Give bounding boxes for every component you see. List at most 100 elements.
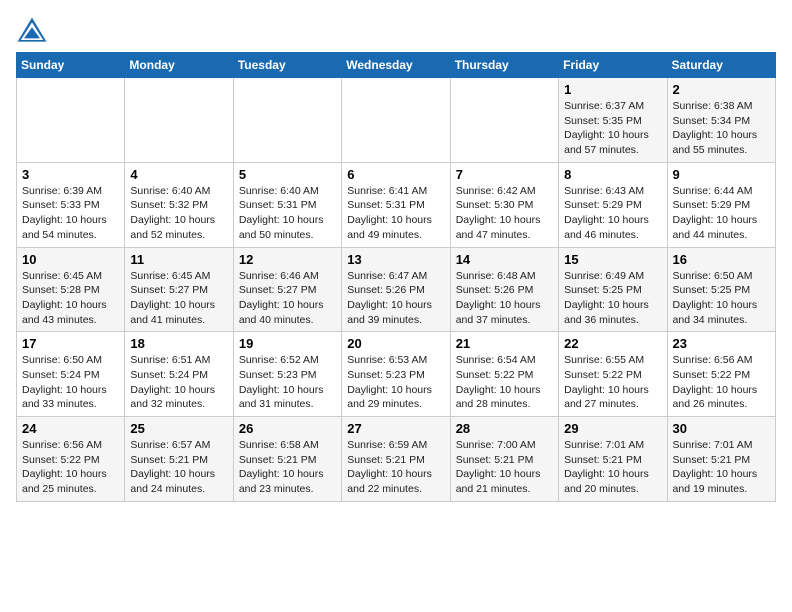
- day-number: 30: [673, 421, 770, 436]
- weekday-header: Saturday: [667, 53, 775, 78]
- calendar-cell: 29 Sunrise: 7:01 AM Sunset: 5:21 PM Dayli…: [559, 417, 667, 502]
- calendar-cell: 12 Sunrise: 6:46 AM Sunset: 5:27 PM Dayli…: [233, 247, 341, 332]
- day-info: Sunrise: 6:49 AM Sunset: 5:25 PM Dayligh…: [564, 269, 661, 328]
- day-info: Sunrise: 6:57 AM Sunset: 5:21 PM Dayligh…: [130, 438, 227, 497]
- day-number: 21: [456, 336, 553, 351]
- day-number: 11: [130, 252, 227, 267]
- calendar-cell: 9 Sunrise: 6:44 AM Sunset: 5:29 PM Daylig…: [667, 162, 775, 247]
- day-info: Sunrise: 6:46 AM Sunset: 5:27 PM Dayligh…: [239, 269, 336, 328]
- day-info: Sunrise: 6:51 AM Sunset: 5:24 PM Dayligh…: [130, 353, 227, 412]
- day-info: Sunrise: 6:50 AM Sunset: 5:24 PM Dayligh…: [22, 353, 119, 412]
- day-info: Sunrise: 6:56 AM Sunset: 5:22 PM Dayligh…: [22, 438, 119, 497]
- day-number: 10: [22, 252, 119, 267]
- calendar-cell: 16 Sunrise: 6:50 AM Sunset: 5:25 PM Dayli…: [667, 247, 775, 332]
- day-number: 13: [347, 252, 444, 267]
- calendar-cell: [233, 78, 341, 163]
- calendar-cell: 1 Sunrise: 6:37 AM Sunset: 5:35 PM Daylig…: [559, 78, 667, 163]
- day-info: Sunrise: 6:41 AM Sunset: 5:31 PM Dayligh…: [347, 184, 444, 243]
- calendar-cell: 5 Sunrise: 6:40 AM Sunset: 5:31 PM Daylig…: [233, 162, 341, 247]
- day-info: Sunrise: 6:55 AM Sunset: 5:22 PM Dayligh…: [564, 353, 661, 412]
- calendar-cell: 20 Sunrise: 6:53 AM Sunset: 5:23 PM Dayli…: [342, 332, 450, 417]
- day-info: Sunrise: 7:01 AM Sunset: 5:21 PM Dayligh…: [564, 438, 661, 497]
- day-number: 24: [22, 421, 119, 436]
- day-info: Sunrise: 6:54 AM Sunset: 5:22 PM Dayligh…: [456, 353, 553, 412]
- day-number: 28: [456, 421, 553, 436]
- calendar-table: SundayMondayTuesdayWednesdayThursdayFrid…: [16, 52, 776, 502]
- day-number: 2: [673, 82, 770, 97]
- day-info: Sunrise: 6:45 AM Sunset: 5:27 PM Dayligh…: [130, 269, 227, 328]
- day-info: Sunrise: 6:48 AM Sunset: 5:26 PM Dayligh…: [456, 269, 553, 328]
- day-number: 18: [130, 336, 227, 351]
- calendar-cell: 6 Sunrise: 6:41 AM Sunset: 5:31 PM Daylig…: [342, 162, 450, 247]
- day-number: 23: [673, 336, 770, 351]
- day-info: Sunrise: 6:37 AM Sunset: 5:35 PM Dayligh…: [564, 99, 661, 158]
- day-number: 26: [239, 421, 336, 436]
- day-info: Sunrise: 6:59 AM Sunset: 5:21 PM Dayligh…: [347, 438, 444, 497]
- calendar-cell: [450, 78, 558, 163]
- calendar-cell: 28 Sunrise: 7:00 AM Sunset: 5:21 PM Dayli…: [450, 417, 558, 502]
- page-header: [16, 16, 776, 44]
- weekday-header: Wednesday: [342, 53, 450, 78]
- day-number: 19: [239, 336, 336, 351]
- day-number: 7: [456, 167, 553, 182]
- day-number: 1: [564, 82, 661, 97]
- calendar-cell: 7 Sunrise: 6:42 AM Sunset: 5:30 PM Daylig…: [450, 162, 558, 247]
- day-info: Sunrise: 6:44 AM Sunset: 5:29 PM Dayligh…: [673, 184, 770, 243]
- day-number: 20: [347, 336, 444, 351]
- day-info: Sunrise: 6:40 AM Sunset: 5:31 PM Dayligh…: [239, 184, 336, 243]
- logo: [16, 16, 52, 44]
- day-info: Sunrise: 6:56 AM Sunset: 5:22 PM Dayligh…: [673, 353, 770, 412]
- day-number: 29: [564, 421, 661, 436]
- day-info: Sunrise: 6:45 AM Sunset: 5:28 PM Dayligh…: [22, 269, 119, 328]
- day-info: Sunrise: 6:52 AM Sunset: 5:23 PM Dayligh…: [239, 353, 336, 412]
- day-info: Sunrise: 6:47 AM Sunset: 5:26 PM Dayligh…: [347, 269, 444, 328]
- day-info: Sunrise: 6:53 AM Sunset: 5:23 PM Dayligh…: [347, 353, 444, 412]
- calendar-cell: 26 Sunrise: 6:58 AM Sunset: 5:21 PM Dayli…: [233, 417, 341, 502]
- day-number: 12: [239, 252, 336, 267]
- calendar-cell: 23 Sunrise: 6:56 AM Sunset: 5:22 PM Dayli…: [667, 332, 775, 417]
- day-info: Sunrise: 6:38 AM Sunset: 5:34 PM Dayligh…: [673, 99, 770, 158]
- day-number: 27: [347, 421, 444, 436]
- day-number: 6: [347, 167, 444, 182]
- calendar-cell: 30 Sunrise: 7:01 AM Sunset: 5:21 PM Dayli…: [667, 417, 775, 502]
- day-number: 9: [673, 167, 770, 182]
- day-number: 4: [130, 167, 227, 182]
- day-number: 3: [22, 167, 119, 182]
- day-info: Sunrise: 6:58 AM Sunset: 5:21 PM Dayligh…: [239, 438, 336, 497]
- calendar-cell: [17, 78, 125, 163]
- calendar-cell: 10 Sunrise: 6:45 AM Sunset: 5:28 PM Dayli…: [17, 247, 125, 332]
- day-info: Sunrise: 6:39 AM Sunset: 5:33 PM Dayligh…: [22, 184, 119, 243]
- calendar-cell: 22Sunrise: 6:55 AM Sunset: 5:22 PM Dayli…: [559, 332, 667, 417]
- calendar-cell: 4 Sunrise: 6:40 AM Sunset: 5:32 PM Daylig…: [125, 162, 233, 247]
- day-info: Sunrise: 6:42 AM Sunset: 5:30 PM Dayligh…: [456, 184, 553, 243]
- calendar-cell: 18 Sunrise: 6:51 AM Sunset: 5:24 PM Dayli…: [125, 332, 233, 417]
- day-info: Sunrise: 7:00 AM Sunset: 5:21 PM Dayligh…: [456, 438, 553, 497]
- day-info: Sunrise: 6:50 AM Sunset: 5:25 PM Dayligh…: [673, 269, 770, 328]
- calendar-cell: 8 Sunrise: 6:43 AM Sunset: 5:29 PM Daylig…: [559, 162, 667, 247]
- calendar-cell: 17 Sunrise: 6:50 AM Sunset: 5:24 PM Dayli…: [17, 332, 125, 417]
- day-number: 25: [130, 421, 227, 436]
- day-number: 17: [22, 336, 119, 351]
- weekday-header: Tuesday: [233, 53, 341, 78]
- calendar-cell: 11 Sunrise: 6:45 AM Sunset: 5:27 PM Dayli…: [125, 247, 233, 332]
- day-number: 5: [239, 167, 336, 182]
- weekday-header: Sunday: [17, 53, 125, 78]
- calendar-cell: 2 Sunrise: 6:38 AM Sunset: 5:34 PM Daylig…: [667, 78, 775, 163]
- day-info: Sunrise: 7:01 AM Sunset: 5:21 PM Dayligh…: [673, 438, 770, 497]
- calendar-cell: 19 Sunrise: 6:52 AM Sunset: 5:23 PM Dayli…: [233, 332, 341, 417]
- calendar-cell: 27 Sunrise: 6:59 AM Sunset: 5:21 PM Dayli…: [342, 417, 450, 502]
- day-info: Sunrise: 6:40 AM Sunset: 5:32 PM Dayligh…: [130, 184, 227, 243]
- calendar-cell: [125, 78, 233, 163]
- calendar-cell: 14Sunrise: 6:48 AM Sunset: 5:26 PM Dayli…: [450, 247, 558, 332]
- day-number: 8: [564, 167, 661, 182]
- calendar-cell: 21 Sunrise: 6:54 AM Sunset: 5:22 PM Dayli…: [450, 332, 558, 417]
- day-number: 15: [564, 252, 661, 267]
- weekday-header: Friday: [559, 53, 667, 78]
- calendar-cell: 13 Sunrise: 6:47 AM Sunset: 5:26 PM Dayli…: [342, 247, 450, 332]
- calendar-cell: 3 Sunrise: 6:39 AM Sunset: 5:33 PM Daylig…: [17, 162, 125, 247]
- calendar-cell: [342, 78, 450, 163]
- weekday-header: Monday: [125, 53, 233, 78]
- day-number: 16: [673, 252, 770, 267]
- calendar-cell: 25 Sunrise: 6:57 AM Sunset: 5:21 PM Dayli…: [125, 417, 233, 502]
- day-info: Sunrise: 6:43 AM Sunset: 5:29 PM Dayligh…: [564, 184, 661, 243]
